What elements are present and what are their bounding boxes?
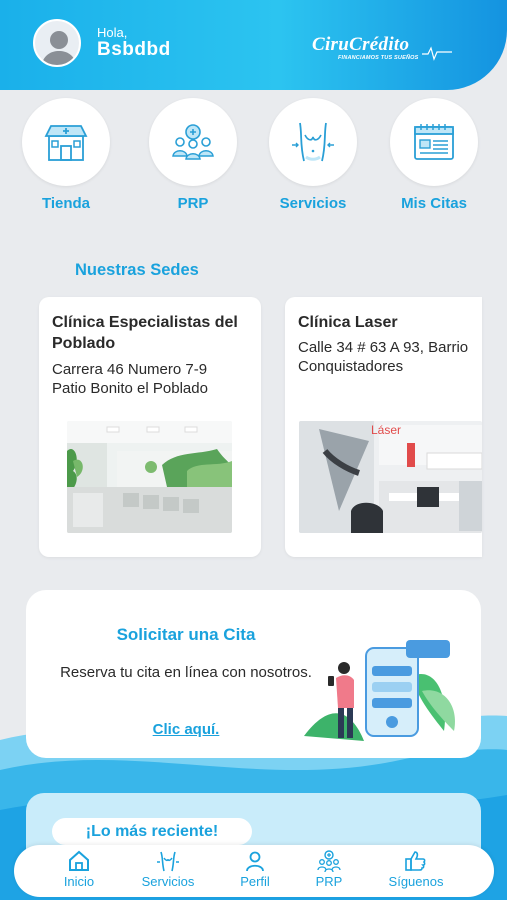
tab-inicio[interactable]: Inicio xyxy=(39,849,119,889)
tab-perfil[interactable]: Perfil xyxy=(215,849,295,889)
photo-overlay-text: Láser xyxy=(371,423,402,437)
home-icon xyxy=(69,850,89,871)
appointment-text: Reserva tu cita en línea con nosotros. xyxy=(60,664,312,681)
sede-card[interactable]: Clínica Especialistas del Poblado Carrer… xyxy=(39,297,261,557)
user-avatar-icon xyxy=(41,31,77,65)
brand-logo: CiruCrédito FINANCIAMOS TUS SUEÑOS xyxy=(312,34,452,68)
body-contour-icon xyxy=(269,98,357,186)
quick-action-tienda[interactable]: Tienda xyxy=(21,98,111,212)
tab-label: Servicios xyxy=(141,874,195,889)
tab-siguenos[interactable]: Síguenos xyxy=(376,849,456,889)
tab-label: Inicio xyxy=(63,874,95,889)
tab-prp[interactable]: PRP xyxy=(289,849,369,889)
sede-card[interactable]: Clínica Laser Calle 34 # 63 A 93, Barrio… xyxy=(285,297,482,557)
sede-photo: Láser xyxy=(299,421,482,533)
greeting-label: Hola, xyxy=(97,25,128,40)
appointment-card: Solicitar una Cita Reserva tu cita en lí… xyxy=(26,590,481,758)
thumbs-up-icon xyxy=(405,851,426,871)
sede-address: Carrera 46 Numero 7-9 Patio Bonito el Po… xyxy=(52,361,208,397)
quick-action-servicios[interactable]: Servicios xyxy=(268,98,358,212)
quick-action-prp[interactable]: PRP xyxy=(148,98,238,212)
appointment-illustration xyxy=(304,640,455,741)
user-icon xyxy=(246,851,264,872)
sede-address: Calle 34 # 63 A 93, Barrio Conquistadore… xyxy=(298,339,469,375)
avatar[interactable] xyxy=(33,19,81,67)
quick-action-label: Mis Citas xyxy=(401,195,467,212)
appointment-title: Solicitar una Cita xyxy=(116,625,256,644)
services-icon xyxy=(157,851,179,872)
section-title-sedes: Nuestras Sedes xyxy=(75,261,199,279)
sede-photo xyxy=(67,421,232,533)
sede-name: Clínica Especialistas del Poblado xyxy=(52,314,238,352)
app-header: Hola, Bsbdbd CiruCrédito FINANCIAMOS TUS… xyxy=(0,0,507,90)
tab-servicios[interactable]: Servicios xyxy=(128,849,208,889)
bottom-tab-bar: Inicio Servicios Perfil PRP Síguenos xyxy=(14,845,494,897)
group-medical-icon xyxy=(149,98,237,186)
sede-name: Clínica Laser xyxy=(298,314,398,331)
heartbeat-line-icon xyxy=(422,46,452,61)
store-icon xyxy=(22,98,110,186)
tab-label: Síguenos xyxy=(388,874,444,889)
quick-action-mis-citas[interactable]: Mis Citas xyxy=(389,98,479,212)
appointment-link[interactable]: Clic aquí. xyxy=(26,721,346,738)
tab-label: PRP xyxy=(315,874,343,889)
quick-action-label: Servicios xyxy=(279,195,347,212)
recent-title: ¡Lo más reciente! xyxy=(52,818,252,845)
calendar-icon xyxy=(390,98,478,186)
username-label: Bsbdbd xyxy=(97,39,171,60)
tab-label: Perfil xyxy=(240,874,270,889)
quick-action-label: PRP xyxy=(177,195,209,212)
group-medical-icon xyxy=(317,850,341,873)
quick-action-label: Tienda xyxy=(41,195,91,212)
